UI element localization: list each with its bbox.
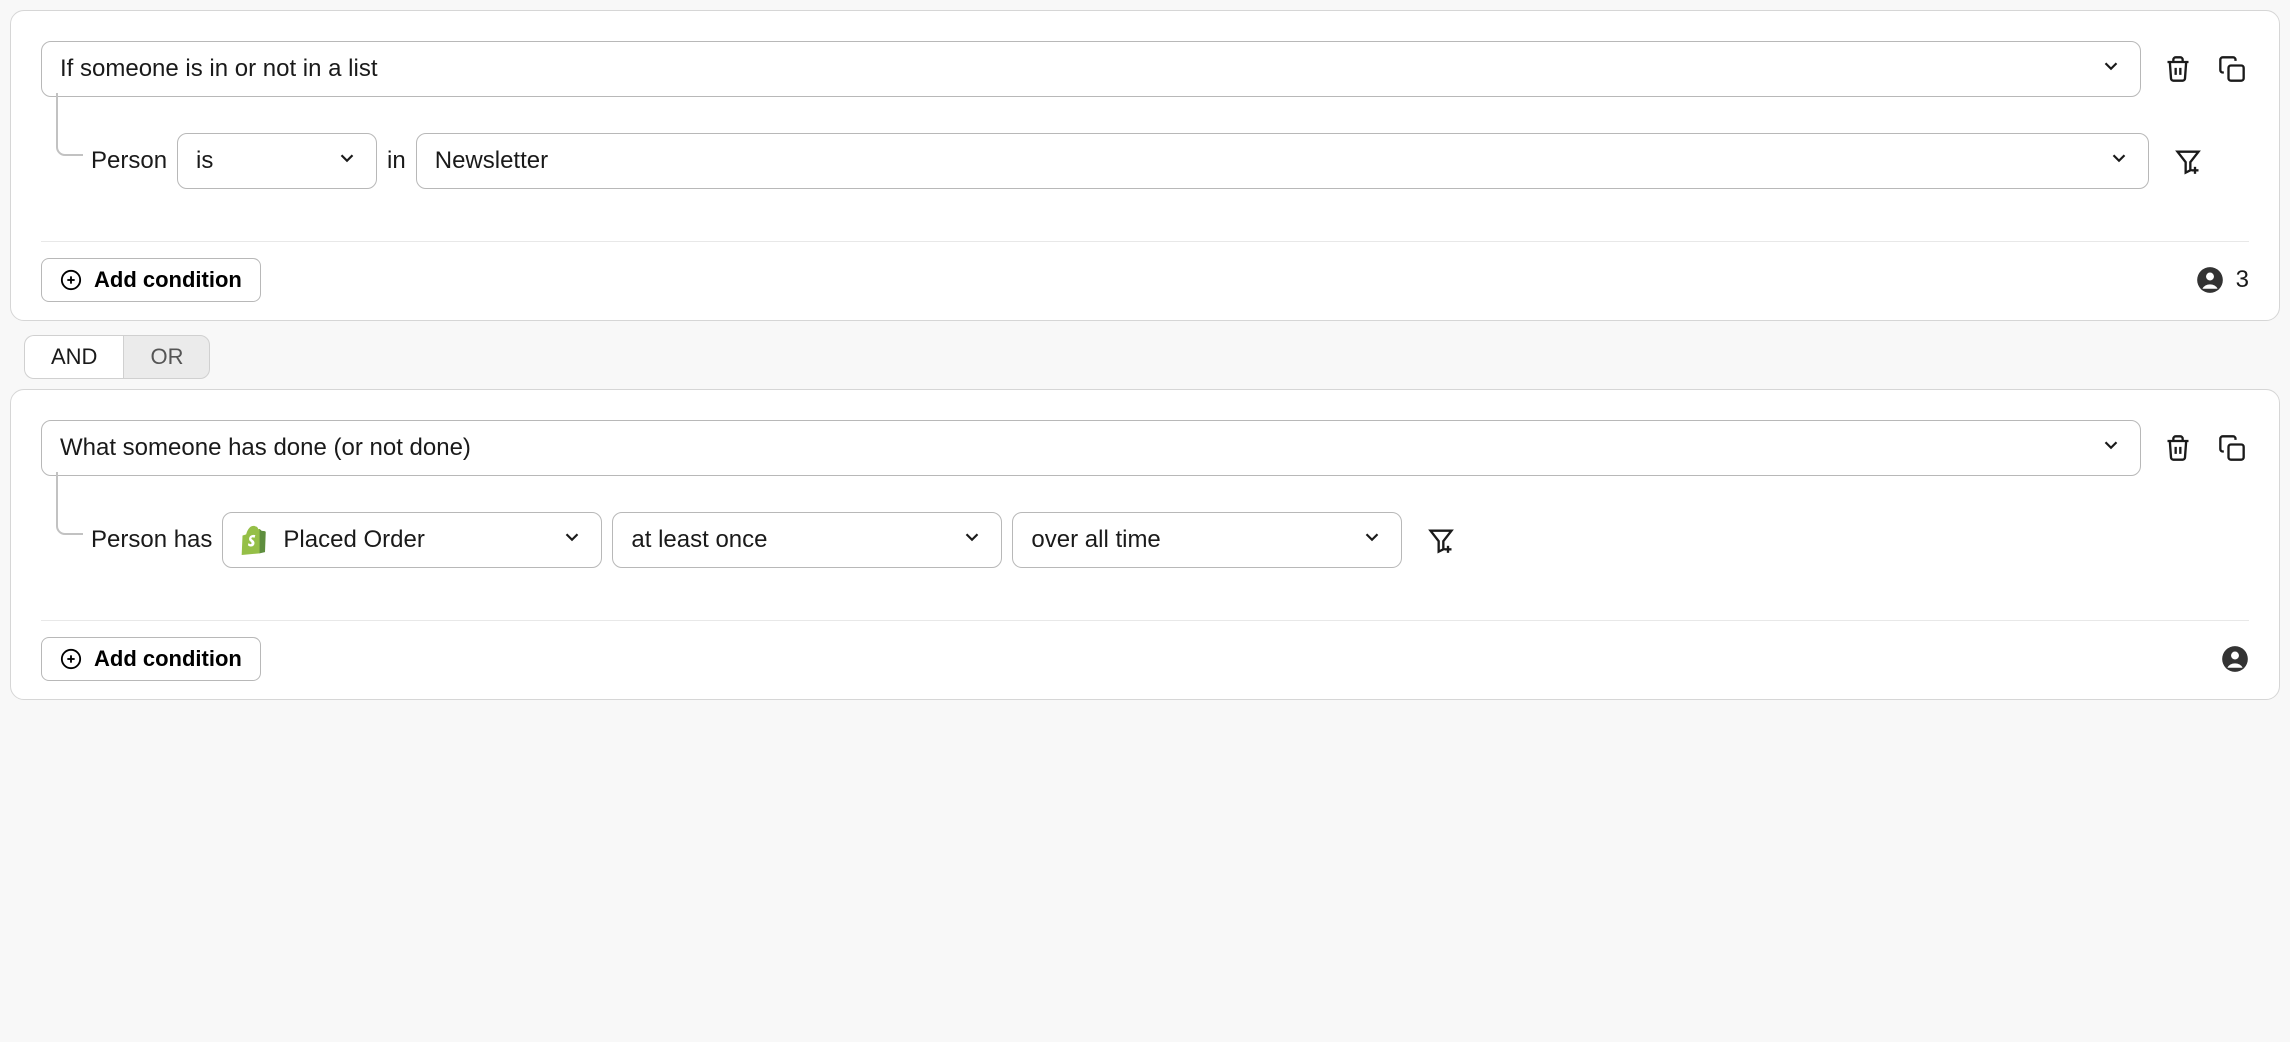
frequency-select[interactable]: at least once — [612, 512, 1002, 568]
condition-sub-row: Person has Placed Order at least once ov… — [41, 512, 2249, 568]
plus-circle-icon — [60, 648, 82, 670]
add-condition-label: Add condition — [94, 267, 242, 293]
duplicate-condition-button[interactable] — [2215, 431, 2249, 465]
trash-icon — [2164, 55, 2192, 83]
list-value: Newsletter — [435, 147, 548, 175]
copy-icon — [2218, 434, 2246, 462]
condition-type-row: If someone is in or not in a list — [41, 41, 2249, 97]
event-select[interactable]: Placed Order — [222, 512, 602, 568]
chevron-down-icon — [2100, 434, 2122, 463]
segment-count: 3 — [2196, 266, 2249, 294]
shopify-icon — [241, 525, 269, 555]
add-condition-button[interactable]: Add condition — [41, 258, 261, 302]
group-footer: Add condition — [41, 637, 2249, 681]
logic-and-label: AND — [51, 344, 97, 369]
delete-condition-button[interactable] — [2161, 431, 2195, 465]
person-has-label: Person has — [91, 526, 212, 554]
chevron-down-icon — [2100, 55, 2122, 84]
add-filter-button[interactable] — [2171, 144, 2205, 178]
condition-type-value: If someone is in or not in a list — [60, 55, 377, 83]
add-condition-label: Add condition — [94, 646, 242, 672]
logic-operator-tabs: AND OR — [24, 335, 210, 379]
person-icon — [2221, 645, 2249, 673]
segment-count — [2221, 645, 2249, 673]
condition-group-2: What someone has done (or not done) Pers… — [10, 389, 2280, 700]
frequency-value: at least once — [631, 526, 767, 554]
event-value: Placed Order — [283, 526, 424, 554]
condition-type-value: What someone has done (or not done) — [60, 434, 471, 462]
in-label: in — [387, 147, 406, 175]
plus-circle-icon — [60, 269, 82, 291]
divider — [41, 241, 2249, 242]
filter-add-icon — [2174, 147, 2202, 175]
chevron-down-icon — [961, 526, 983, 555]
logic-or-label: OR — [150, 344, 183, 369]
tree-connector — [41, 514, 81, 566]
person-label: Person — [91, 147, 167, 175]
chevron-down-icon — [561, 526, 583, 555]
chevron-down-icon — [2108, 147, 2130, 176]
logic-or-tab[interactable]: OR — [123, 335, 210, 379]
duplicate-condition-button[interactable] — [2215, 52, 2249, 86]
is-value: is — [196, 147, 213, 175]
filter-add-icon — [1427, 526, 1455, 554]
trash-icon — [2164, 434, 2192, 462]
group-footer: Add condition 3 — [41, 258, 2249, 302]
delete-condition-button[interactable] — [2161, 52, 2195, 86]
chevron-down-icon — [336, 147, 358, 176]
condition-type-row: What someone has done (or not done) — [41, 420, 2249, 476]
tree-connector — [41, 135, 81, 187]
list-select[interactable]: Newsletter — [416, 133, 2149, 189]
divider — [41, 620, 2249, 621]
timeframe-value: over all time — [1031, 526, 1160, 554]
condition-group-1: If someone is in or not in a list Person… — [10, 10, 2280, 321]
condition-sub-row: Person is in Newsletter — [41, 133, 2249, 189]
is-select[interactable]: is — [177, 133, 377, 189]
count-value: 3 — [2236, 266, 2249, 294]
condition-type-select[interactable]: If someone is in or not in a list — [41, 41, 2141, 97]
timeframe-select[interactable]: over all time — [1012, 512, 1402, 568]
condition-type-select[interactable]: What someone has done (or not done) — [41, 420, 2141, 476]
chevron-down-icon — [1361, 526, 1383, 555]
copy-icon — [2218, 55, 2246, 83]
add-filter-button[interactable] — [1424, 523, 1458, 557]
add-condition-button[interactable]: Add condition — [41, 637, 261, 681]
person-icon — [2196, 266, 2224, 294]
logic-and-tab[interactable]: AND — [24, 335, 123, 379]
